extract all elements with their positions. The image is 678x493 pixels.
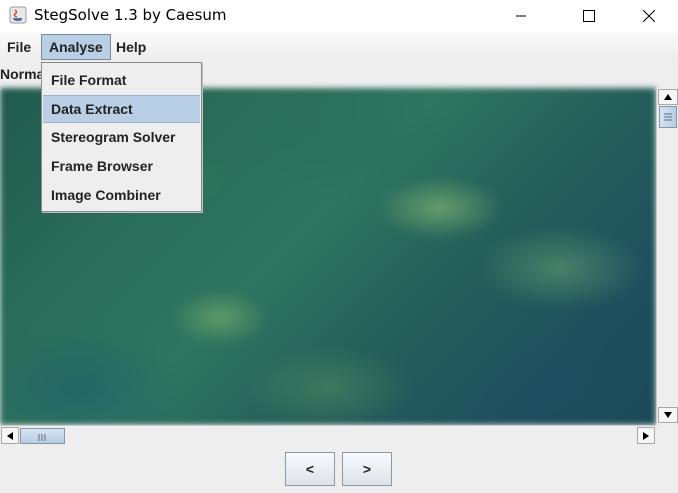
scrollbar-corner	[656, 425, 678, 445]
maximize-icon	[583, 10, 595, 22]
previous-button[interactable]: <	[285, 452, 335, 486]
close-button[interactable]	[626, 0, 672, 32]
vertical-scroll-thumb[interactable]	[659, 106, 677, 128]
menu-file[interactable]: File	[0, 34, 38, 60]
menu-item-image-combiner[interactable]: Image Combiner	[43, 181, 200, 209]
menu-bar: File Analyse Help	[0, 32, 678, 62]
menu-analyse[interactable]: Analyse	[41, 34, 111, 60]
scroll-left-button[interactable]	[1, 427, 19, 444]
horizontal-scroll-thumb[interactable]	[20, 428, 65, 444]
close-icon	[643, 10, 655, 22]
java-app-icon	[9, 6, 27, 24]
horizontal-scrollbar[interactable]	[0, 425, 656, 445]
next-button[interactable]: >	[342, 452, 392, 486]
menu-help[interactable]: Help	[109, 34, 153, 60]
analyse-dropdown-menu: File Format Data Extract Stereogram Solv…	[41, 62, 202, 212]
grip-icon	[664, 113, 672, 121]
menu-item-file-format[interactable]: File Format	[43, 66, 200, 94]
scroll-down-button[interactable]	[658, 407, 678, 423]
scroll-right-button[interactable]	[637, 427, 655, 444]
arrow-down-icon	[664, 412, 672, 418]
maximize-button[interactable]	[566, 0, 612, 32]
vertical-scrollbar[interactable]	[656, 88, 678, 425]
window-title: StegSolve 1.3 by Caesum	[34, 6, 227, 24]
arrow-up-icon	[664, 94, 672, 100]
arrow-right-icon	[643, 431, 649, 440]
minimize-button[interactable]	[498, 0, 544, 32]
minimize-icon	[516, 15, 526, 17]
menu-item-data-extract[interactable]: Data Extract	[43, 95, 200, 123]
grip-icon	[38, 434, 46, 441]
menu-item-frame-browser[interactable]: Frame Browser	[43, 152, 200, 180]
scroll-up-button[interactable]	[658, 89, 678, 105]
menu-item-stereogram-solver[interactable]: Stereogram Solver	[43, 123, 200, 151]
arrow-left-icon	[7, 431, 13, 440]
title-bar: StegSolve 1.3 by Caesum	[0, 0, 678, 32]
